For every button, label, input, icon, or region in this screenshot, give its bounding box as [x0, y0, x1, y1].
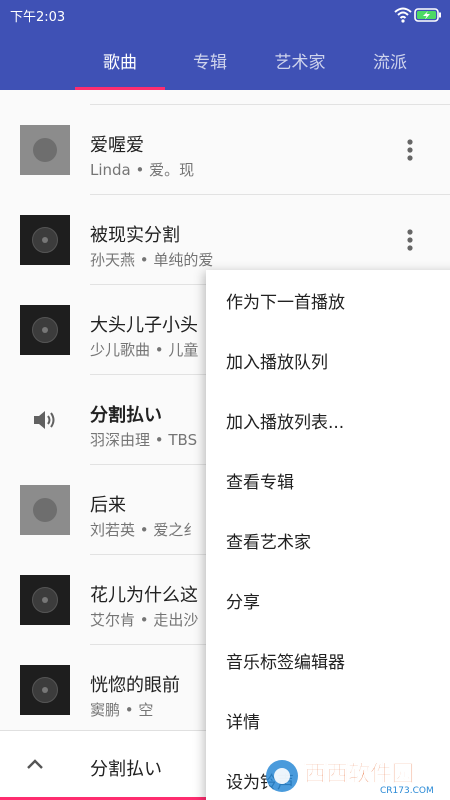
- chevron-up-icon[interactable]: [24, 754, 46, 776]
- song-row[interactable]: 爱喔爱 Linda • 爱。现: [0, 105, 450, 195]
- song-title: 大头儿子小头: [90, 315, 198, 336]
- tab-bar: 歌曲 专辑 艺术家 流派: [0, 30, 450, 90]
- tab-label: 流派: [373, 52, 407, 73]
- song-subtitle: Linda • 爱。现: [90, 161, 195, 179]
- album-art: [20, 215, 70, 265]
- menu-item-view-album[interactable]: 查看专辑: [206, 450, 450, 510]
- song-subtitle: 窦鹏 • 空: [90, 701, 154, 719]
- album-art: [20, 485, 70, 535]
- menu-item-play-next[interactable]: 作为下一首播放: [206, 270, 450, 330]
- album-art: [20, 305, 70, 355]
- album-art: [20, 125, 70, 175]
- song-title: 被现实分割: [90, 225, 180, 246]
- menu-item-add-to-playlist[interactable]: 加入播放列表...: [206, 390, 450, 450]
- album-art: [20, 575, 70, 625]
- song-subtitle: 少儿歌曲 • 儿童: [90, 341, 199, 359]
- song-title: 恍惚的眼前: [90, 675, 180, 696]
- song-subtitle: 艾尔肯 • 走出沙: [90, 611, 199, 629]
- tab-label: 专辑: [193, 52, 227, 73]
- tab-artists[interactable]: 艺术家: [250, 30, 350, 90]
- battery-charging-icon: [414, 8, 441, 22]
- tab-label: 歌曲: [103, 52, 137, 73]
- song-subtitle: 刘若英 • 爱之纟: [90, 521, 199, 539]
- status-time: 下午2:03: [10, 10, 66, 25]
- menu-item-share[interactable]: 分享: [206, 570, 450, 630]
- menu-item-tag-editor[interactable]: 音乐标签编辑器: [206, 630, 450, 690]
- menu-item-add-to-queue[interactable]: 加入播放队列: [206, 330, 450, 390]
- album-art: [20, 665, 70, 715]
- song-title: 爱喔爱: [90, 135, 144, 156]
- now-playing-title: 分割払い: [90, 759, 162, 780]
- tab-songs[interactable]: 歌曲: [70, 30, 170, 90]
- song-subtitle: 羽深由理 • TBS: [90, 431, 198, 449]
- song-title: 分割払い: [90, 405, 162, 426]
- song-subtitle: 孙天燕 • 单纯的爱: [90, 251, 214, 269]
- song-title: 花儿为什么这: [90, 585, 198, 606]
- context-menu: 作为下一首播放 加入播放队列 加入播放列表... 查看专辑 查看艺术家 分享 音…: [206, 270, 450, 800]
- song-title: 后来: [90, 495, 126, 516]
- wifi-icon: [394, 7, 412, 23]
- tab-label: 艺术家: [274, 52, 326, 73]
- tab-genres[interactable]: 流派: [340, 30, 440, 90]
- more-vert-icon[interactable]: [400, 225, 420, 255]
- menu-item-view-artist[interactable]: 查看艺术家: [206, 510, 450, 570]
- more-vert-icon[interactable]: [400, 135, 420, 165]
- speaker-icon: [34, 411, 55, 429]
- menu-item-details[interactable]: 详情: [206, 690, 450, 750]
- svg-text:CR173.COM: CR173.COM: [380, 786, 434, 796]
- watermark-logo: 西西软件园 CR173.COM: [266, 760, 434, 796]
- tab-albums[interactable]: 专辑: [160, 30, 260, 90]
- status-bar: 下午2:03: [0, 0, 450, 30]
- svg-text:西西软件园: 西西软件园: [304, 761, 414, 787]
